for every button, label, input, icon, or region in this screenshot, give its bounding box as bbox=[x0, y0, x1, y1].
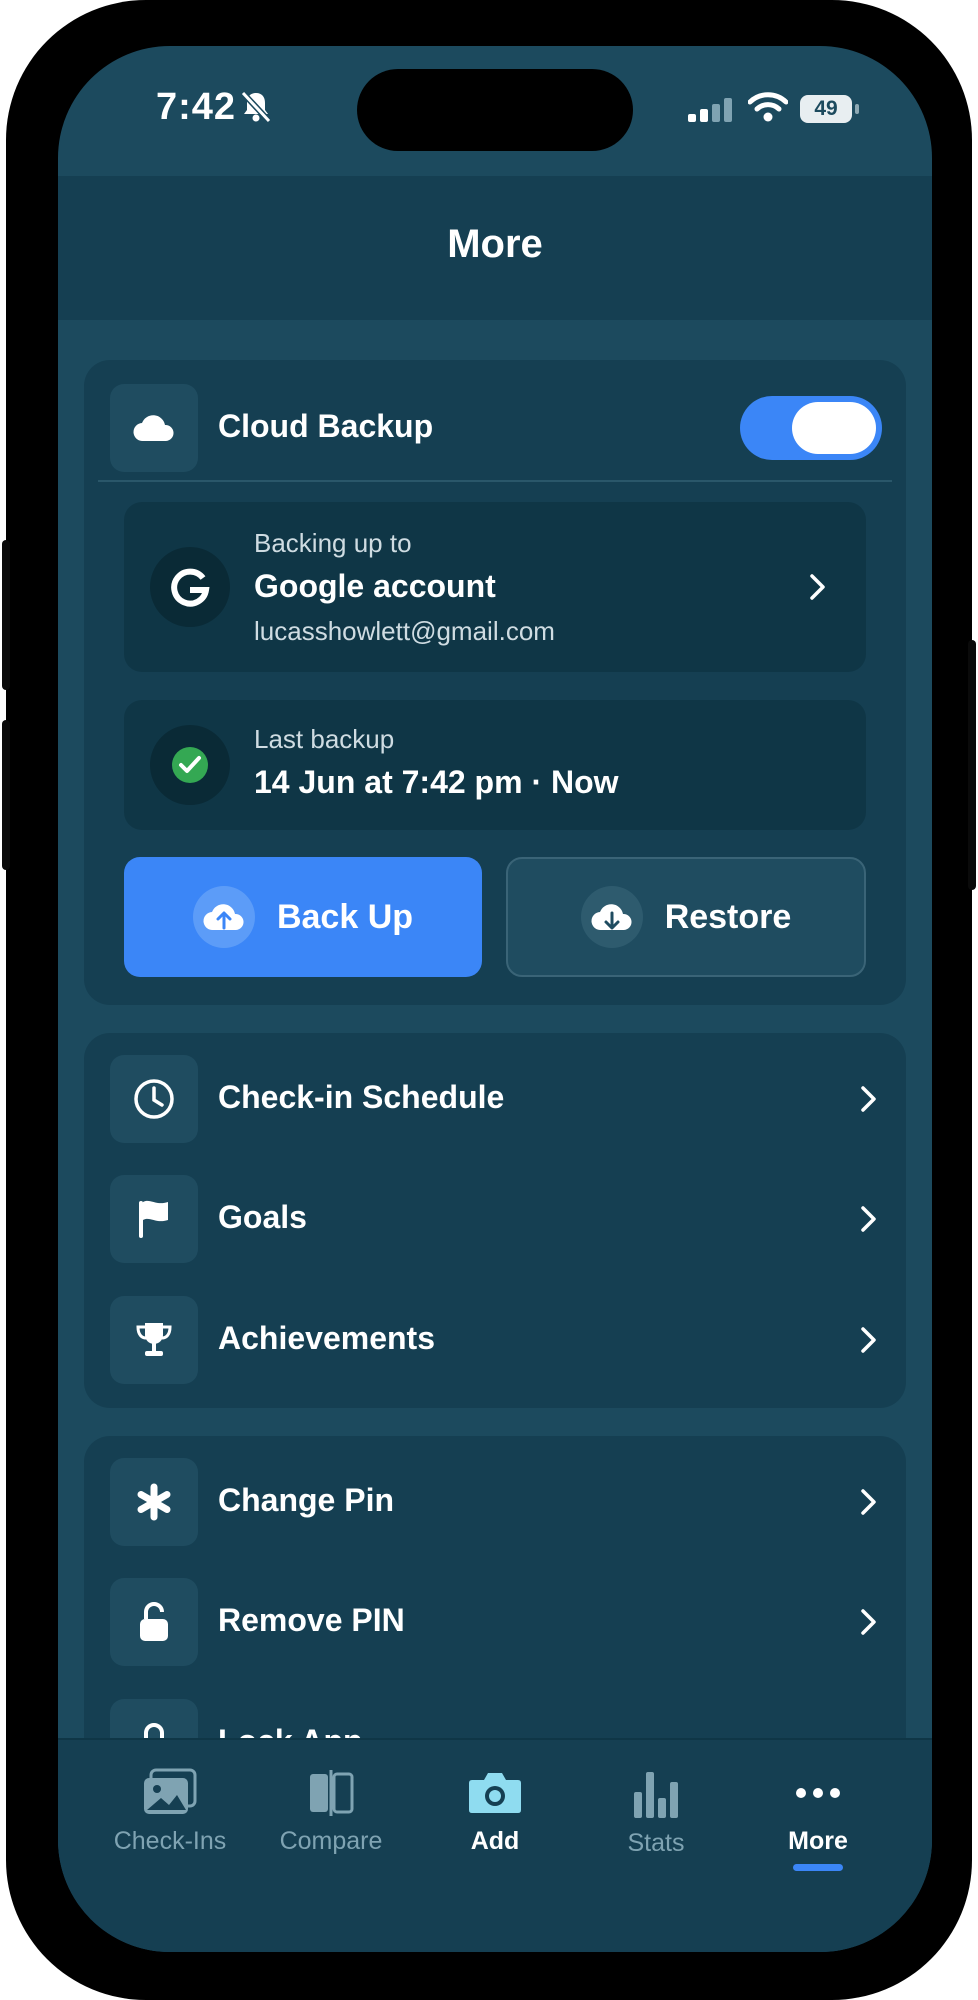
google-icon-badge bbox=[150, 547, 230, 627]
status-time: 7:42 bbox=[156, 86, 237, 128]
action-button bbox=[2, 540, 10, 690]
volume-button bbox=[2, 720, 10, 870]
list-item[interactable]: Check-in Schedule bbox=[84, 1033, 906, 1163]
cloud-upload-icon bbox=[203, 904, 244, 931]
cloud-icon-box bbox=[110, 384, 198, 472]
backup-account-row[interactable]: Backing up to Google account lucasshowle… bbox=[124, 502, 866, 672]
last-backup-caption: Last backup bbox=[254, 724, 395, 754]
tab-label: More bbox=[788, 1827, 848, 1855]
photos-icon bbox=[144, 1768, 197, 1814]
page-title: More bbox=[447, 222, 543, 266]
chevron-right-icon bbox=[861, 1327, 876, 1353]
chevron-right-icon bbox=[861, 1609, 876, 1635]
change-pin-label: Change Pin bbox=[218, 1482, 395, 1518]
screen: 7:42 49 More Cloud Backup Backing up to … bbox=[58, 46, 932, 1952]
flag-icon bbox=[139, 1200, 168, 1238]
back-up-button[interactable]: Back Up bbox=[124, 857, 482, 977]
cloud-download-icon-wrap bbox=[580, 886, 643, 948]
check-in-schedule-label: Check-in Schedule bbox=[218, 1079, 505, 1115]
list-item[interactable]: Remove PIN bbox=[84, 1556, 906, 1686]
remove-pin-label: Remove PIN bbox=[218, 1602, 405, 1638]
asterisk-icon bbox=[137, 1483, 171, 1521]
clock-icon-box bbox=[110, 1055, 198, 1143]
camera-icon bbox=[469, 1773, 521, 1813]
toggle-knob bbox=[792, 402, 876, 454]
success-badge bbox=[150, 725, 230, 805]
chevron-right-icon bbox=[810, 574, 825, 600]
account-name: Google account bbox=[254, 568, 496, 604]
tab-stats[interactable]: Stats bbox=[576, 1768, 736, 1858]
last-backup-value: 14 Jun at 7:42 pm · Now bbox=[254, 764, 619, 800]
phone-frame: 7:42 49 More Cloud Backup Backing up to … bbox=[2, 0, 976, 2000]
chevron-right-icon bbox=[861, 1086, 876, 1112]
last-backup-row: Last backup 14 Jun at 7:42 pm · Now bbox=[124, 700, 866, 830]
settings-group-1: Check-in Schedule Goals Achievements bbox=[84, 1033, 906, 1408]
cloud-download-icon bbox=[591, 904, 632, 931]
restore-button[interactable]: Restore bbox=[506, 857, 866, 977]
flag-icon-box bbox=[110, 1175, 198, 1263]
asterisk-icon-box bbox=[110, 1458, 198, 1546]
more-dots-icon bbox=[796, 1788, 840, 1798]
unlock-icon bbox=[140, 1602, 168, 1641]
check-circle-icon bbox=[172, 747, 208, 783]
cloud-upload-icon-wrap bbox=[192, 886, 255, 948]
restore-label: Restore bbox=[664, 897, 792, 936]
chevron-right-icon bbox=[861, 1206, 876, 1232]
unlock-icon-box bbox=[110, 1578, 198, 1666]
chevron-right-icon bbox=[861, 1489, 876, 1515]
achievements-label: Achievements bbox=[218, 1320, 435, 1356]
clock-icon bbox=[134, 1079, 174, 1119]
compare-icon bbox=[310, 1770, 354, 1816]
dynamic-island bbox=[357, 69, 633, 151]
google-icon bbox=[171, 568, 210, 607]
tab-label: Check-Ins bbox=[113, 1827, 227, 1855]
back-up-label: Back Up bbox=[276, 897, 414, 936]
list-item[interactable]: Change Pin bbox=[84, 1436, 906, 1566]
goals-label: Goals bbox=[218, 1199, 307, 1235]
divider bbox=[98, 480, 892, 482]
cloud-backup-title: Cloud Backup bbox=[218, 408, 434, 444]
battery-indicator: 49 bbox=[800, 95, 852, 123]
cloud-icon bbox=[133, 415, 174, 442]
settings-group-2: Change Pin Remove PIN bbox=[84, 1436, 906, 1784]
tab-label: Stats bbox=[627, 1829, 685, 1857]
bell-off-icon bbox=[240, 90, 272, 124]
bar-chart-icon bbox=[634, 1772, 678, 1818]
account-email: lucasshowlett@gmail.com bbox=[254, 616, 555, 646]
active-tab-indicator bbox=[793, 1864, 843, 1871]
content-area[interactable]: Cloud Backup Backing up to Google accoun… bbox=[58, 320, 932, 1784]
signal-icon bbox=[688, 98, 732, 122]
cloud-backup-card: Cloud Backup Backing up to Google accoun… bbox=[84, 360, 906, 1005]
list-item[interactable]: Goals bbox=[84, 1153, 906, 1283]
trophy-icon-box bbox=[110, 1296, 198, 1384]
tab-label: Compare bbox=[279, 1827, 383, 1855]
tab-more[interactable]: More bbox=[738, 1768, 898, 1871]
backing-up-caption: Backing up to bbox=[254, 528, 412, 558]
power-button bbox=[968, 640, 976, 890]
tab-compare[interactable]: Compare bbox=[251, 1768, 411, 1856]
trophy-icon bbox=[136, 1323, 172, 1356]
tab-check-ins[interactable]: Check-Ins bbox=[90, 1768, 250, 1856]
cloud-backup-toggle[interactable] bbox=[740, 396, 882, 460]
tab-bar: Check-Ins Compare Add Stats More bbox=[58, 1738, 932, 1952]
battery-cap bbox=[855, 104, 859, 114]
header: More bbox=[58, 176, 932, 320]
list-item[interactable]: Achievements bbox=[84, 1274, 906, 1404]
wifi-icon bbox=[748, 92, 788, 122]
tab-add[interactable]: Add bbox=[415, 1768, 575, 1856]
tab-label: Add bbox=[470, 1827, 520, 1855]
